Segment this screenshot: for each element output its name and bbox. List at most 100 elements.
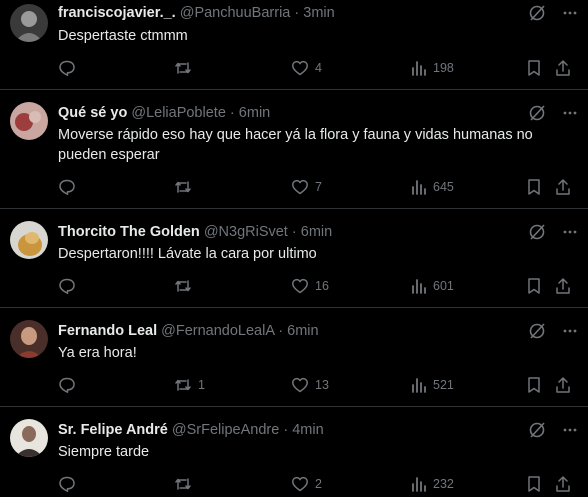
- more-options-icon[interactable]: [562, 4, 578, 22]
- views-count: 198: [433, 61, 454, 75]
- separator: ·: [291, 224, 297, 240]
- tweet[interactable]: Sr. Felipe André @SrFelipeAndre · 4min S…: [0, 407, 588, 497]
- reply-button[interactable]: [58, 58, 82, 78]
- views-button[interactable]: 645: [409, 177, 454, 197]
- share-button[interactable]: [554, 276, 572, 296]
- share-button[interactable]: [554, 375, 572, 395]
- heart-icon: [292, 377, 308, 393]
- display-name[interactable]: franciscojavier._.: [58, 5, 176, 21]
- handle[interactable]: @FernandoLealA: [161, 323, 274, 339]
- handle[interactable]: @PanchuuBarria: [180, 5, 291, 21]
- like-button[interactable]: 13: [291, 375, 329, 395]
- views-button[interactable]: 198: [409, 58, 454, 78]
- like-count: 16: [315, 279, 329, 293]
- like-button[interactable]: 4: [291, 58, 322, 78]
- bookmark-button[interactable]: [525, 474, 543, 494]
- share-icon: [556, 476, 570, 492]
- bookmark-button[interactable]: [525, 276, 543, 296]
- more-options-icon[interactable]: [562, 421, 578, 439]
- tweet-header: Qué sé yo @LeliaPoblete · 6min: [58, 105, 270, 121]
- timestamp[interactable]: 3min: [303, 5, 334, 21]
- reply-icon: [59, 278, 75, 294]
- grok-icon[interactable]: [528, 322, 546, 340]
- share-icon: [556, 377, 570, 393]
- views-button[interactable]: 521: [409, 375, 454, 395]
- bookmark-button[interactable]: [525, 375, 543, 395]
- display-name[interactable]: Qué sé yo: [58, 105, 127, 121]
- tweet[interactable]: Thorcito The Golden @N3gRiSvet · 6min De…: [0, 209, 588, 308]
- tweet[interactable]: Fernando Leal @FernandoLealA · 6min Ya e…: [0, 308, 588, 407]
- handle[interactable]: @N3gRiSvet: [204, 224, 288, 240]
- repost-icon: [175, 181, 191, 193]
- reply-icon: [59, 179, 75, 195]
- avatar[interactable]: [10, 221, 48, 259]
- more-options-icon[interactable]: [562, 322, 578, 340]
- avatar[interactable]: [10, 320, 48, 358]
- views-icon: [412, 61, 426, 76]
- reply-button[interactable]: [58, 474, 82, 494]
- repost-button[interactable]: [174, 474, 198, 494]
- grok-icon[interactable]: [528, 4, 546, 22]
- bookmark-button[interactable]: [525, 177, 543, 197]
- tweet[interactable]: franciscojavier._. @PanchuuBarria · 3min…: [0, 0, 588, 90]
- repost-icon: [175, 62, 191, 74]
- display-name[interactable]: Thorcito The Golden: [58, 224, 200, 240]
- share-icon: [556, 60, 570, 76]
- more-options-icon[interactable]: [562, 104, 578, 122]
- bookmark-icon: [528, 60, 540, 76]
- views-button[interactable]: 232: [409, 474, 454, 494]
- timestamp[interactable]: 6min: [287, 323, 318, 339]
- reply-button[interactable]: [58, 276, 82, 296]
- like-count: 7: [315, 180, 322, 194]
- bookmark-icon: [528, 377, 540, 393]
- reply-icon: [59, 476, 75, 492]
- share-button[interactable]: [554, 58, 572, 78]
- share-button[interactable]: [554, 177, 572, 197]
- bookmark-button[interactable]: [525, 58, 543, 78]
- display-name[interactable]: Fernando Leal: [58, 323, 157, 339]
- repost-count: 1: [198, 378, 205, 392]
- avatar-image: [10, 320, 48, 358]
- views-button[interactable]: 601: [409, 276, 454, 296]
- avatar[interactable]: [10, 4, 48, 42]
- action-bar: 7 645: [58, 177, 578, 197]
- repost-button[interactable]: [174, 276, 198, 296]
- heart-icon: [292, 179, 308, 195]
- views-icon: [412, 180, 426, 195]
- avatar[interactable]: [10, 419, 48, 457]
- like-button[interactable]: 2: [291, 474, 322, 494]
- repost-icon: [175, 478, 191, 490]
- action-bar: 4 198: [58, 58, 578, 78]
- timestamp[interactable]: 6min: [239, 105, 270, 121]
- heart-icon: [292, 476, 308, 492]
- like-button[interactable]: 16: [291, 276, 329, 296]
- bookmark-icon: [528, 278, 540, 294]
- views-count: 601: [433, 279, 454, 293]
- repost-icon: [175, 379, 191, 391]
- share-button[interactable]: [554, 474, 572, 494]
- share-icon: [556, 278, 570, 294]
- repost-button[interactable]: [174, 177, 198, 197]
- display-name[interactable]: Sr. Felipe André: [58, 422, 168, 438]
- reply-button[interactable]: [58, 177, 82, 197]
- handle[interactable]: @SrFelipeAndre: [172, 422, 279, 438]
- views-count: 232: [433, 477, 454, 491]
- handle[interactable]: @LeliaPoblete: [131, 105, 226, 121]
- tweet[interactable]: Qué sé yo @LeliaPoblete · 6min Moverse r…: [0, 90, 588, 209]
- reply-button[interactable]: [58, 375, 82, 395]
- like-button[interactable]: 7: [291, 177, 322, 197]
- repost-button[interactable]: 1: [174, 375, 205, 395]
- grok-icon[interactable]: [528, 421, 546, 439]
- reply-icon: [59, 377, 75, 393]
- grok-icon[interactable]: [528, 223, 546, 241]
- views-count: 645: [433, 180, 454, 194]
- share-icon: [556, 179, 570, 195]
- more-options-icon[interactable]: [562, 223, 578, 241]
- repost-button[interactable]: [174, 58, 198, 78]
- grok-icon[interactable]: [528, 104, 546, 122]
- timestamp[interactable]: 6min: [301, 224, 332, 240]
- tweet-header: franciscojavier._. @PanchuuBarria · 3min: [58, 5, 335, 21]
- like-count: 4: [315, 61, 322, 75]
- timestamp[interactable]: 4min: [292, 422, 323, 438]
- avatar[interactable]: [10, 102, 48, 140]
